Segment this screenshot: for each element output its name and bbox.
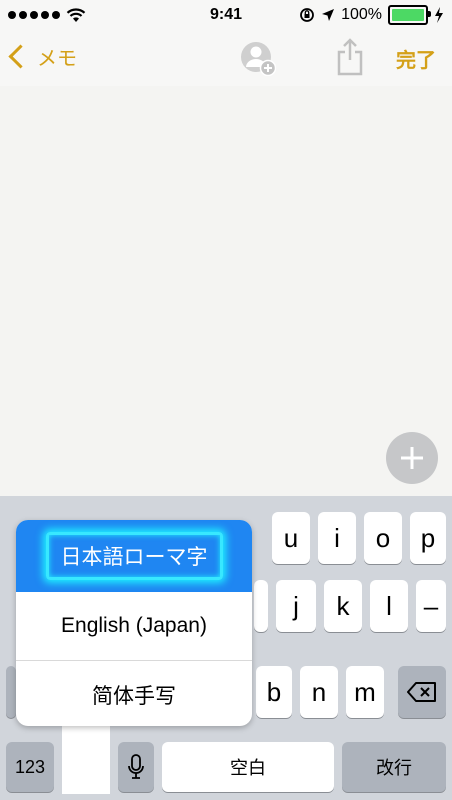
language-option-chinese-handwriting[interactable]: 简体手写 (16, 661, 252, 726)
add-attachment-button[interactable] (386, 432, 438, 484)
status-bar: 9:41 100% (0, 0, 452, 30)
battery-fill (392, 9, 424, 21)
numbers-key[interactable]: 123 (6, 742, 54, 792)
key-h[interactable] (254, 580, 268, 632)
language-option-label: English (Japan) (61, 614, 207, 637)
back-button[interactable]: メモ (8, 42, 77, 71)
key-k[interactable]: k (324, 580, 362, 632)
signal-strength-icon (8, 11, 60, 19)
delete-key[interactable] (398, 666, 446, 718)
key-dash[interactable]: – (416, 580, 446, 632)
language-option-japanese-romaji[interactable]: 日本語ローマ字 (16, 520, 252, 592)
return-key[interactable]: 改行 (342, 742, 446, 792)
language-popup-stem (62, 720, 110, 794)
plus-icon (401, 447, 423, 469)
language-menu: 日本語ローマ字 English (Japan) 简体手写 (16, 520, 252, 726)
battery-percentage: 100% (341, 6, 382, 23)
key-p[interactable]: p (410, 512, 446, 564)
signal-wifi-group (0, 7, 86, 23)
key-b[interactable]: b (256, 666, 292, 718)
nav-bar: メモ 完了 (0, 30, 452, 86)
microphone-icon (128, 754, 144, 779)
status-right-group: 100% (299, 5, 452, 25)
backspace-icon (407, 682, 436, 702)
chevron-left-icon (8, 44, 33, 69)
dictation-key[interactable] (118, 742, 154, 792)
space-key[interactable]: 空白 (162, 742, 334, 792)
location-arrow-icon (322, 9, 335, 21)
wifi-icon (66, 8, 86, 22)
rotation-lock-icon (300, 8, 314, 22)
language-option-label: 日本語ローマ字 (45, 532, 223, 580)
share-icon[interactable] (336, 36, 364, 78)
note-editor[interactable] (0, 86, 452, 496)
add-person-icon[interactable] (240, 40, 276, 76)
done-button[interactable]: 完了 (396, 44, 436, 73)
key-m[interactable]: m (346, 666, 384, 718)
language-option-label: 简体手写 (92, 685, 176, 708)
key-o[interactable]: o (364, 512, 402, 564)
key-l[interactable]: l (370, 580, 408, 632)
battery-icon (388, 5, 431, 25)
key-u[interactable]: u (272, 512, 310, 564)
shift-key[interactable] (6, 666, 16, 718)
key-n[interactable]: n (300, 666, 338, 718)
key-j[interactable]: j (276, 580, 316, 632)
back-label: メモ (37, 48, 77, 70)
language-option-english-japan[interactable]: English (Japan) (16, 592, 252, 660)
charging-bolt-icon (435, 7, 443, 23)
key-i[interactable]: i (318, 512, 356, 564)
